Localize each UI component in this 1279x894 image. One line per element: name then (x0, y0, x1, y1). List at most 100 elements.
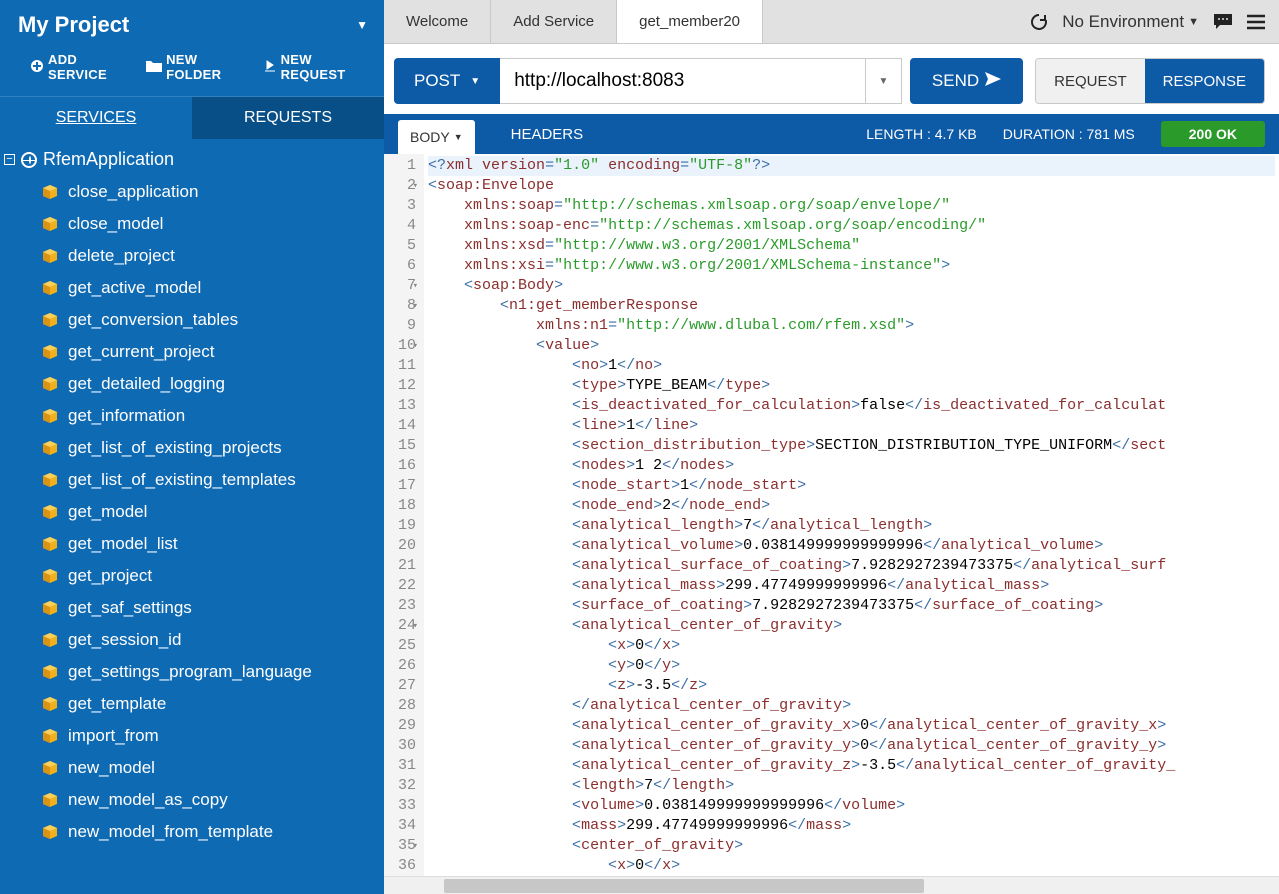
operation-icon (42, 760, 58, 776)
caret-down-icon: ▼ (454, 132, 463, 142)
operation-icon (42, 600, 58, 616)
url-history-dropdown[interactable]: ▼ (866, 58, 902, 104)
tree-item[interactable]: get_list_of_existing_projects (0, 432, 384, 464)
caret-down-icon: ▼ (470, 76, 480, 87)
tree-item[interactable]: get_saf_settings (0, 592, 384, 624)
operation-icon (42, 184, 58, 200)
tree-item[interactable]: close_application (0, 176, 384, 208)
tree-root-label: RfemApplication (43, 149, 174, 170)
new-request-button[interactable]: NEW REQUEST (263, 52, 368, 82)
request-bar: POST ▼ ▼ SEND REQUEST RESPONSE (384, 44, 1279, 114)
code-body[interactable]: <?xml version="1.0" encoding="UTF-8"?><s… (424, 154, 1279, 876)
tree-item[interactable]: delete_project (0, 240, 384, 272)
tree-item-label: get_list_of_existing_templates (68, 470, 296, 490)
tab-welcome[interactable]: Welcome (384, 0, 491, 43)
chat-icon[interactable] (1213, 13, 1233, 30)
menu-icon[interactable] (1247, 15, 1265, 29)
tree-item-label: get_session_id (68, 630, 181, 650)
project-caret-icon[interactable]: ▼ (356, 18, 368, 32)
operation-icon (42, 568, 58, 584)
operation-icon (42, 728, 58, 744)
globe-icon (21, 152, 37, 168)
tree-item[interactable]: get_current_project (0, 336, 384, 368)
operation-icon (42, 280, 58, 296)
tree-item-label: new_model_as_copy (68, 790, 228, 810)
operation-icon (42, 536, 58, 552)
operation-icon (42, 216, 58, 232)
service-tree[interactable]: − RfemApplication close_applicationclose… (0, 139, 384, 894)
method-dropdown[interactable]: POST ▼ (394, 58, 500, 104)
horizontal-scrollbar[interactable] (384, 876, 1279, 894)
sidebar: My Project ▼ ADD SERVICE NEW FOLDER NE (0, 0, 384, 894)
tree-item-label: new_model (68, 758, 155, 778)
folder-icon (146, 59, 162, 75)
top-tabs-bar: Welcome Add Service get_member20 No Envi… (384, 0, 1279, 44)
operation-icon (42, 664, 58, 680)
collapse-icon[interactable]: − (4, 154, 15, 165)
tree-item[interactable]: get_active_model (0, 272, 384, 304)
tree-item-label: get_settings_program_language (68, 662, 312, 682)
operation-icon (42, 440, 58, 456)
tree-item-label: new_model_from_template (68, 822, 273, 842)
headers-tab[interactable]: HEADERS (501, 120, 594, 149)
tree-item[interactable]: get_list_of_existing_templates (0, 464, 384, 496)
plus-circle-icon (30, 59, 44, 76)
refresh-icon[interactable] (1030, 13, 1048, 31)
new-request-label: NEW REQUEST (281, 52, 368, 82)
tree-item-label: get_template (68, 694, 166, 714)
tree-item-label: get_conversion_tables (68, 310, 238, 330)
line-gutter: 1234567891011121314151617181920212223242… (384, 154, 424, 876)
caret-down-icon: ▼ (878, 76, 888, 87)
tree-item[interactable]: get_information (0, 400, 384, 432)
operation-icon (42, 248, 58, 264)
tree-item[interactable]: new_model (0, 752, 384, 784)
response-header: BODY ▼ HEADERS LENGTH : 4.7 KB DURATION … (384, 114, 1279, 154)
new-folder-button[interactable]: NEW FOLDER (146, 52, 245, 82)
environment-dropdown[interactable]: No Environment ▼ (1062, 12, 1199, 32)
scrollbar-thumb[interactable] (444, 879, 924, 893)
project-title[interactable]: My Project (18, 12, 129, 38)
tree-item[interactable]: get_model_list (0, 528, 384, 560)
request-tab[interactable]: REQUEST (1036, 59, 1145, 103)
tree-item-label: import_from (68, 726, 159, 746)
tab-get-member20[interactable]: get_member20 (617, 0, 763, 43)
tree-item-label: get_model_list (68, 534, 178, 554)
send-button[interactable]: SEND (910, 58, 1023, 104)
send-icon (985, 71, 1001, 91)
caret-down-icon: ▼ (1188, 16, 1199, 28)
tree-root[interactable]: − RfemApplication (0, 143, 384, 176)
operation-icon (42, 408, 58, 424)
tree-item[interactable]: get_conversion_tables (0, 304, 384, 336)
tree-item[interactable]: import_from (0, 720, 384, 752)
operation-icon (42, 696, 58, 712)
tree-item[interactable]: get_settings_program_language (0, 656, 384, 688)
response-tab[interactable]: RESPONSE (1145, 59, 1264, 103)
operation-icon (42, 792, 58, 808)
tree-item[interactable]: get_project (0, 560, 384, 592)
tree-item[interactable]: get_session_id (0, 624, 384, 656)
operation-icon (42, 344, 58, 360)
tree-item-label: get_project (68, 566, 152, 586)
add-service-button[interactable]: ADD SERVICE (30, 52, 128, 82)
operation-icon (42, 504, 58, 520)
tree-item-label: get_saf_settings (68, 598, 192, 618)
body-label: BODY (410, 129, 450, 145)
tree-item[interactable]: new_model_from_template (0, 816, 384, 848)
tree-item-label: get_model (68, 502, 147, 522)
tree-item[interactable]: get_template (0, 688, 384, 720)
tab-add-service[interactable]: Add Service (491, 0, 617, 43)
tree-item-label: delete_project (68, 246, 175, 266)
length-label: LENGTH : 4.7 KB (866, 126, 976, 142)
tree-item[interactable]: get_detailed_logging (0, 368, 384, 400)
body-tab[interactable]: BODY ▼ (398, 120, 475, 154)
operation-icon (42, 824, 58, 840)
tab-services[interactable]: SERVICES (0, 97, 192, 139)
code-editor[interactable]: 1234567891011121314151617181920212223242… (384, 154, 1279, 876)
tree-item-label: close_application (68, 182, 198, 202)
tree-item[interactable]: new_model_as_copy (0, 784, 384, 816)
tree-item[interactable]: close_model (0, 208, 384, 240)
operation-icon (42, 472, 58, 488)
url-input[interactable] (500, 58, 866, 104)
tree-item[interactable]: get_model (0, 496, 384, 528)
tab-requests[interactable]: REQUESTS (192, 97, 384, 139)
